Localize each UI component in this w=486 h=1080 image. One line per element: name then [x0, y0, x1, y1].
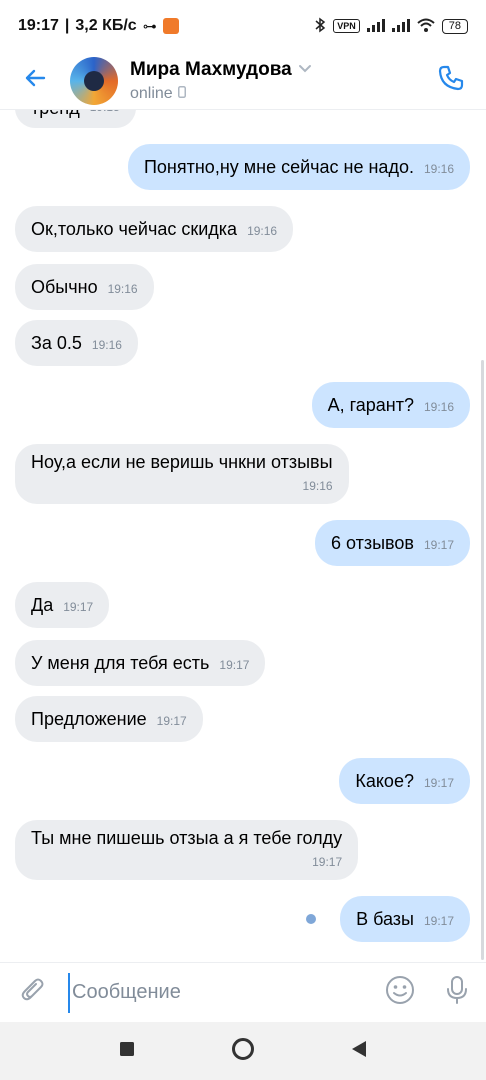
message-time: 19:17	[63, 600, 94, 614]
back-button[interactable]	[0, 52, 70, 110]
attach-button[interactable]	[0, 963, 68, 1023]
message-time: 19:16	[91, 338, 122, 352]
status-time: 19:17	[18, 17, 59, 34]
chat-header: Мира Махмудова online	[0, 52, 486, 110]
message-text: Да	[31, 595, 54, 615]
message-bubble-incoming[interactable]: За 0.5 19:16	[15, 320, 138, 366]
message-bubble-incoming[interactable]: Ты мне пишешь отзыа а я тебе голду 19:17	[15, 820, 359, 880]
home-button[interactable]	[228, 1036, 258, 1066]
square-icon	[119, 1041, 135, 1062]
battery-indicator: 78	[441, 18, 468, 34]
paperclip-icon	[20, 976, 48, 1009]
message-time: 19:17	[156, 714, 187, 728]
message-text: Ок,только чейчас скидка	[31, 219, 238, 239]
message-text: Понятно,ну мне сейчас не надо.	[143, 157, 414, 177]
status-bar: 19:17 | 3,2 КБ/с ⊶ VPN 78	[0, 0, 486, 52]
message-bubble-incoming[interactable]: тренд 19:15	[15, 110, 136, 128]
status-net-speed: 3,2 КБ/с	[75, 17, 137, 34]
message-text: тренд	[31, 110, 80, 119]
contact-status: online	[130, 84, 173, 102]
message-list[interactable]: тренд 19:15 Понятно,ну мне сейчас не над…	[0, 110, 486, 962]
message-bubble-incoming[interactable]: Предложение 19:17	[15, 696, 203, 742]
message-bubble-incoming[interactable]: Да 19:17	[15, 582, 110, 628]
status-separator: |	[64, 17, 70, 34]
message-bubble-incoming[interactable]: Ноу,а если не веришь чнкни отзывы 19:16	[15, 444, 349, 504]
recent-apps-button[interactable]	[112, 1036, 142, 1066]
contact-info[interactable]: Мира Махмудова online	[130, 59, 312, 103]
contact-name: Мира Махмудова	[130, 58, 292, 80]
message-time: 19:16	[423, 400, 454, 414]
system-back-button[interactable]	[344, 1036, 374, 1066]
message-time: 19:16	[107, 282, 138, 296]
message-composer	[0, 962, 486, 1022]
scrollbar[interactable]	[481, 360, 484, 960]
avatar[interactable]	[70, 56, 118, 105]
message-time: 19:17	[423, 776, 454, 790]
message-bubble-outgoing[interactable]: Какое? 19:17	[339, 758, 470, 804]
key-icon: ⊶	[142, 17, 157, 34]
message-text: Предложение	[31, 709, 147, 729]
microphone-icon	[445, 975, 469, 1010]
vpn-badge: VPN	[333, 19, 360, 33]
message-bubble-incoming[interactable]: Ок,только чейчас скидка 19:16	[15, 206, 294, 252]
signal-icon-2	[391, 18, 410, 35]
smile-icon	[385, 975, 415, 1010]
circle-icon	[231, 1037, 255, 1066]
signal-icon	[366, 18, 385, 35]
contact-status-row: online	[130, 85, 312, 103]
message-text: А, гарант?	[327, 395, 414, 415]
status-left: 19:17 | 3,2 КБ/с ⊶	[18, 17, 179, 35]
message-bubble-incoming[interactable]: У меня для тебя есть 19:17	[15, 640, 266, 686]
message-time: 19:16	[423, 162, 454, 176]
wifi-icon	[417, 18, 435, 35]
message-bubble-outgoing[interactable]: Понятно,ну мне сейчас не надо. 19:16	[127, 144, 470, 190]
chevron-down-icon	[298, 61, 312, 79]
message-time: 19:16	[247, 224, 278, 238]
emoji-button[interactable]	[372, 963, 428, 1023]
system-navigation-bar	[0, 1022, 486, 1080]
message-text: В базы	[356, 909, 414, 929]
message-text: За 0.5	[31, 333, 82, 353]
status-right: VPN 78	[314, 17, 468, 36]
message-text: 6 отзывов	[330, 533, 414, 553]
mobile-device-icon	[177, 85, 186, 103]
message-text: Ты мне пишешь отзыа а я тебе голду	[31, 828, 343, 848]
message-time: 19:17	[219, 658, 250, 672]
message-input[interactable]	[68, 972, 372, 1013]
unread-indicator-dot	[306, 914, 316, 924]
message-text: Обычно	[31, 277, 98, 297]
contact-name-row: Мира Махмудова	[130, 59, 312, 81]
message-text: Ноу,а если не веришь чнкни отзывы	[31, 452, 333, 472]
message-time: 19:15	[90, 110, 120, 118]
message-text: У меня для тебя есть	[31, 653, 210, 673]
bluetooth-icon	[314, 17, 326, 36]
message-bubble-outgoing[interactable]: А, гарант? 19:16	[311, 382, 470, 428]
phone-icon	[437, 64, 465, 97]
message-text: Какое?	[355, 771, 414, 791]
arrow-left-icon	[23, 66, 47, 95]
voice-message-button[interactable]	[428, 963, 486, 1023]
triangle-icon	[350, 1039, 368, 1064]
message-time: 19:17	[423, 914, 454, 928]
call-button[interactable]	[416, 52, 486, 110]
message-time: 19:17	[423, 538, 454, 552]
message-time: 19:17	[312, 855, 343, 869]
message-time: 19:16	[302, 479, 333, 493]
message-bubble-outgoing[interactable]: В базы 19:17	[340, 896, 470, 942]
message-bubble-incoming[interactable]: Обычно 19:16	[15, 264, 154, 310]
message-bubble-outgoing[interactable]: 6 отзывов 19:17	[314, 520, 470, 566]
app-notification-icon	[162, 18, 179, 34]
